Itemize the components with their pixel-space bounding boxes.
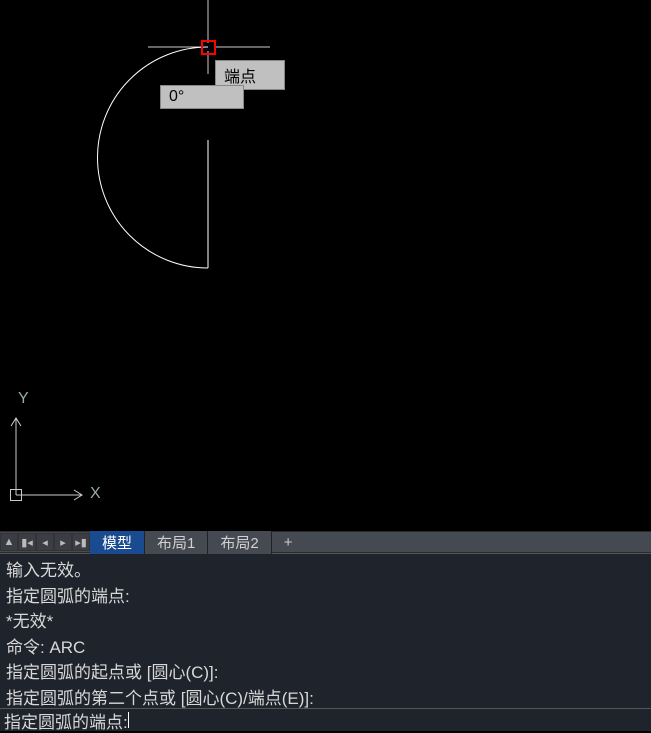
tab-add-button[interactable]: + (272, 534, 305, 551)
command-prompt: 指定圆弧的端点: (4, 708, 128, 733)
history-up-arrow[interactable]: ▲ (0, 533, 18, 551)
tab-nav-first[interactable]: ▮◂ (18, 533, 36, 551)
tab-layout1[interactable]: 布局1 (145, 531, 208, 554)
angle-tooltip: 0° (160, 85, 244, 109)
tab-layout2[interactable]: 布局2 (208, 531, 271, 554)
canvas-graphics (0, 0, 651, 531)
ucs-y-label: Y (18, 390, 29, 408)
command-input[interactable] (131, 711, 647, 729)
command-history[interactable]: 输入无效。 指定圆弧的端点: *无效* 命令: ARC 指定圆弧的起点或 [圆心… (0, 553, 651, 708)
history-line: 命令: ARC (6, 635, 645, 661)
history-line: 输入无效。 (6, 558, 645, 584)
ucs-x-label: X (90, 485, 101, 503)
history-line: 指定圆弧的端点: (6, 584, 645, 610)
history-line: *无效* (6, 609, 645, 635)
tab-nav-last[interactable]: ▸▮ (72, 533, 90, 551)
ucs-origin-box (10, 489, 22, 501)
text-cursor (128, 712, 129, 728)
command-line[interactable]: 指定圆弧的端点: (0, 708, 651, 731)
tab-nav-prev[interactable]: ◂ (36, 533, 54, 551)
drawing-canvas[interactable]: 端点 0° Y X (0, 0, 651, 531)
tab-model[interactable]: 模型 (90, 531, 145, 554)
tab-nav-next[interactable]: ▸ (54, 533, 72, 551)
endpoint-snap-marker (201, 40, 216, 55)
history-line: 指定圆弧的起点或 [圆心(C)]: (6, 660, 645, 686)
layout-tab-bar: ▲ ▮◂ ◂ ▸ ▸▮ 模型 布局1 布局2 + (0, 531, 651, 553)
